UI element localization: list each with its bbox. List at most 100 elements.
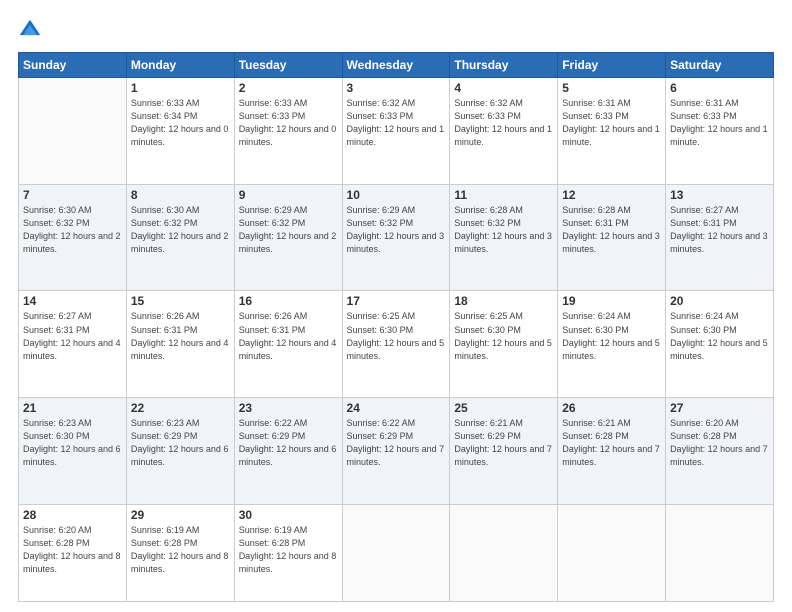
calendar-cell: 11 Sunrise: 6:28 AMSunset: 6:32 PMDaylig… [450,184,558,291]
calendar-cell [342,504,450,601]
day-number: 14 [23,294,122,308]
day-number: 6 [670,81,769,95]
calendar-cell: 3 Sunrise: 6:32 AMSunset: 6:33 PMDayligh… [342,78,450,185]
day-info: Sunrise: 6:20 AMSunset: 6:28 PMDaylight:… [23,524,122,576]
day-info: Sunrise: 6:30 AMSunset: 6:32 PMDaylight:… [131,204,230,256]
day-info: Sunrise: 6:31 AMSunset: 6:33 PMDaylight:… [562,97,661,149]
calendar-cell: 8 Sunrise: 6:30 AMSunset: 6:32 PMDayligh… [126,184,234,291]
day-number: 5 [562,81,661,95]
calendar-cell: 16 Sunrise: 6:26 AMSunset: 6:31 PMDaylig… [234,291,342,398]
day-info: Sunrise: 6:24 AMSunset: 6:30 PMDaylight:… [562,310,661,362]
day-info: Sunrise: 6:29 AMSunset: 6:32 PMDaylight:… [347,204,446,256]
day-number: 21 [23,401,122,415]
day-number: 7 [23,188,122,202]
day-number: 28 [23,508,122,522]
logo-icon [18,18,42,42]
day-number: 9 [239,188,338,202]
calendar-cell: 23 Sunrise: 6:22 AMSunset: 6:29 PMDaylig… [234,398,342,505]
calendar-cell: 19 Sunrise: 6:24 AMSunset: 6:30 PMDaylig… [558,291,666,398]
calendar-cell: 7 Sunrise: 6:30 AMSunset: 6:32 PMDayligh… [19,184,127,291]
day-info: Sunrise: 6:26 AMSunset: 6:31 PMDaylight:… [239,310,338,362]
calendar-cell: 30 Sunrise: 6:19 AMSunset: 6:28 PMDaylig… [234,504,342,601]
calendar-cell: 27 Sunrise: 6:20 AMSunset: 6:28 PMDaylig… [666,398,774,505]
day-number: 17 [347,294,446,308]
day-info: Sunrise: 6:33 AMSunset: 6:33 PMDaylight:… [239,97,338,149]
calendar-cell: 26 Sunrise: 6:21 AMSunset: 6:28 PMDaylig… [558,398,666,505]
day-info: Sunrise: 6:30 AMSunset: 6:32 PMDaylight:… [23,204,122,256]
calendar-cell: 2 Sunrise: 6:33 AMSunset: 6:33 PMDayligh… [234,78,342,185]
day-number: 23 [239,401,338,415]
calendar-cell: 14 Sunrise: 6:27 AMSunset: 6:31 PMDaylig… [19,291,127,398]
header-cell-tuesday: Tuesday [234,53,342,78]
day-info: Sunrise: 6:32 AMSunset: 6:33 PMDaylight:… [454,97,553,149]
day-number: 29 [131,508,230,522]
header-cell-saturday: Saturday [666,53,774,78]
header-cell-sunday: Sunday [19,53,127,78]
day-number: 12 [562,188,661,202]
calendar-cell: 13 Sunrise: 6:27 AMSunset: 6:31 PMDaylig… [666,184,774,291]
calendar-cell: 5 Sunrise: 6:31 AMSunset: 6:33 PMDayligh… [558,78,666,185]
day-number: 1 [131,81,230,95]
calendar-cell: 18 Sunrise: 6:25 AMSunset: 6:30 PMDaylig… [450,291,558,398]
header-cell-friday: Friday [558,53,666,78]
calendar-cell: 22 Sunrise: 6:23 AMSunset: 6:29 PMDaylig… [126,398,234,505]
calendar-cell: 9 Sunrise: 6:29 AMSunset: 6:32 PMDayligh… [234,184,342,291]
day-number: 26 [562,401,661,415]
day-info: Sunrise: 6:29 AMSunset: 6:32 PMDaylight:… [239,204,338,256]
calendar-cell: 12 Sunrise: 6:28 AMSunset: 6:31 PMDaylig… [558,184,666,291]
calendar-cell: 25 Sunrise: 6:21 AMSunset: 6:29 PMDaylig… [450,398,558,505]
calendar-header: SundayMondayTuesdayWednesdayThursdayFrid… [19,53,774,78]
calendar-cell: 29 Sunrise: 6:19 AMSunset: 6:28 PMDaylig… [126,504,234,601]
calendar-cell [666,504,774,601]
calendar-cell: 4 Sunrise: 6:32 AMSunset: 6:33 PMDayligh… [450,78,558,185]
calendar-cell [450,504,558,601]
day-info: Sunrise: 6:26 AMSunset: 6:31 PMDaylight:… [131,310,230,362]
day-info: Sunrise: 6:19 AMSunset: 6:28 PMDaylight:… [239,524,338,576]
day-info: Sunrise: 6:22 AMSunset: 6:29 PMDaylight:… [239,417,338,469]
day-info: Sunrise: 6:25 AMSunset: 6:30 PMDaylight:… [454,310,553,362]
day-info: Sunrise: 6:23 AMSunset: 6:30 PMDaylight:… [23,417,122,469]
day-info: Sunrise: 6:32 AMSunset: 6:33 PMDaylight:… [347,97,446,149]
header [18,18,774,42]
day-number: 27 [670,401,769,415]
calendar-cell: 10 Sunrise: 6:29 AMSunset: 6:32 PMDaylig… [342,184,450,291]
day-number: 19 [562,294,661,308]
page: SundayMondayTuesdayWednesdayThursdayFrid… [0,0,792,612]
calendar-cell [558,504,666,601]
calendar-cell [19,78,127,185]
day-number: 3 [347,81,446,95]
calendar-cell: 24 Sunrise: 6:22 AMSunset: 6:29 PMDaylig… [342,398,450,505]
calendar-cell: 17 Sunrise: 6:25 AMSunset: 6:30 PMDaylig… [342,291,450,398]
header-cell-monday: Monday [126,53,234,78]
day-info: Sunrise: 6:22 AMSunset: 6:29 PMDaylight:… [347,417,446,469]
day-info: Sunrise: 6:27 AMSunset: 6:31 PMDaylight:… [23,310,122,362]
calendar-cell: 20 Sunrise: 6:24 AMSunset: 6:30 PMDaylig… [666,291,774,398]
calendar-week-3: 14 Sunrise: 6:27 AMSunset: 6:31 PMDaylig… [19,291,774,398]
day-number: 15 [131,294,230,308]
header-cell-wednesday: Wednesday [342,53,450,78]
day-number: 18 [454,294,553,308]
day-info: Sunrise: 6:21 AMSunset: 6:29 PMDaylight:… [454,417,553,469]
day-number: 20 [670,294,769,308]
day-info: Sunrise: 6:20 AMSunset: 6:28 PMDaylight:… [670,417,769,469]
day-number: 2 [239,81,338,95]
day-info: Sunrise: 6:24 AMSunset: 6:30 PMDaylight:… [670,310,769,362]
calendar-week-1: 1 Sunrise: 6:33 AMSunset: 6:34 PMDayligh… [19,78,774,185]
day-info: Sunrise: 6:28 AMSunset: 6:32 PMDaylight:… [454,204,553,256]
calendar-cell: 1 Sunrise: 6:33 AMSunset: 6:34 PMDayligh… [126,78,234,185]
day-info: Sunrise: 6:19 AMSunset: 6:28 PMDaylight:… [131,524,230,576]
day-number: 8 [131,188,230,202]
day-info: Sunrise: 6:33 AMSunset: 6:34 PMDaylight:… [131,97,230,149]
calendar-cell: 28 Sunrise: 6:20 AMSunset: 6:28 PMDaylig… [19,504,127,601]
day-number: 16 [239,294,338,308]
day-number: 13 [670,188,769,202]
day-info: Sunrise: 6:21 AMSunset: 6:28 PMDaylight:… [562,417,661,469]
calendar-body: 1 Sunrise: 6:33 AMSunset: 6:34 PMDayligh… [19,78,774,602]
logo [18,18,46,42]
calendar-week-4: 21 Sunrise: 6:23 AMSunset: 6:30 PMDaylig… [19,398,774,505]
header-row: SundayMondayTuesdayWednesdayThursdayFrid… [19,53,774,78]
calendar-week-2: 7 Sunrise: 6:30 AMSunset: 6:32 PMDayligh… [19,184,774,291]
day-number: 30 [239,508,338,522]
day-info: Sunrise: 6:27 AMSunset: 6:31 PMDaylight:… [670,204,769,256]
day-info: Sunrise: 6:23 AMSunset: 6:29 PMDaylight:… [131,417,230,469]
